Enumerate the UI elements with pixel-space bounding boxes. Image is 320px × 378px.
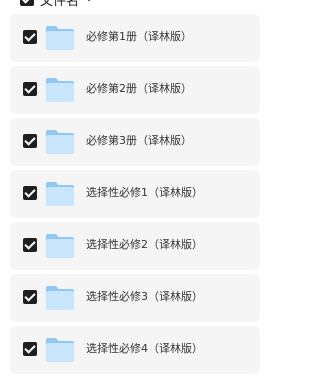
folder-icon xyxy=(45,23,75,51)
list-item[interactable]: 选择性必修2（译林版） xyxy=(10,222,260,270)
folder-icon xyxy=(45,335,75,363)
folder-name[interactable]: 选择性必修2（译林版） xyxy=(86,238,203,252)
list-header: 文件名 xyxy=(0,0,93,9)
folder-name[interactable]: 选择性必修3（译林版） xyxy=(86,290,203,304)
row-checkbox[interactable] xyxy=(23,186,37,200)
list-item[interactable]: 必修第3册（译林版） xyxy=(10,118,260,166)
folder-icon xyxy=(45,127,75,155)
row-checkbox[interactable] xyxy=(23,30,37,44)
list-item[interactable]: 必修第2册（译林版） xyxy=(10,66,260,114)
chevron-down-icon[interactable] xyxy=(85,0,93,2)
folder-name[interactable]: 必修第2册（译林版） xyxy=(86,82,192,96)
row-checkbox[interactable] xyxy=(23,238,37,252)
row-checkbox[interactable] xyxy=(23,134,37,148)
row-checkbox[interactable] xyxy=(23,342,37,356)
folder-name[interactable]: 必修第1册（译林版） xyxy=(86,30,192,44)
file-list-page: 文件名 必修第1册（译林版） 必修第2册（译林版） 必修第3册（译林版） 选择性… xyxy=(0,0,260,378)
row-checkbox[interactable] xyxy=(23,290,37,304)
row-checkbox[interactable] xyxy=(23,82,37,96)
list-item[interactable]: 选择性必修3（译林版） xyxy=(10,274,260,322)
folder-icon xyxy=(45,283,75,311)
list-item[interactable]: 必修第1册（译林版） xyxy=(10,14,260,62)
folder-icon xyxy=(45,75,75,103)
select-all-checkbox[interactable] xyxy=(20,0,34,6)
folder-name[interactable]: 选择性必修1（译林版） xyxy=(86,186,203,200)
folder-list: 必修第1册（译林版） 必修第2册（译林版） 必修第3册（译林版） 选择性必修1（… xyxy=(10,14,260,378)
folder-icon xyxy=(45,179,75,207)
list-item[interactable]: 选择性必修1（译林版） xyxy=(10,170,260,218)
folder-icon xyxy=(45,231,75,259)
column-header-filename[interactable]: 文件名 xyxy=(40,0,79,9)
folder-name[interactable]: 选择性必修4（译林版） xyxy=(86,342,203,356)
list-item[interactable]: 选择性必修4（译林版） xyxy=(10,326,260,374)
folder-name[interactable]: 必修第3册（译林版） xyxy=(86,134,192,148)
